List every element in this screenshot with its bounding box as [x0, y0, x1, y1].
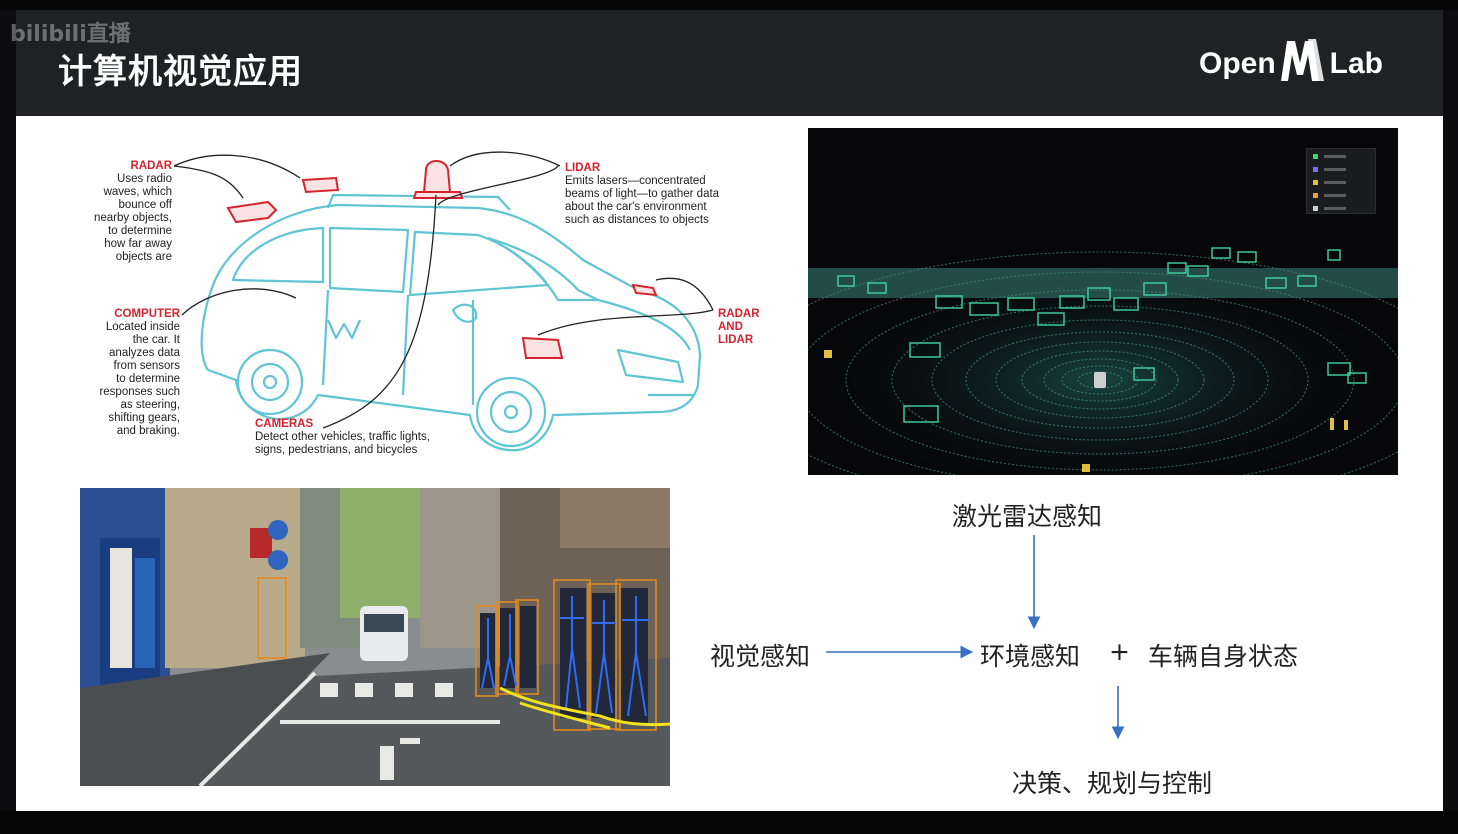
legend-swatch	[1313, 154, 1318, 159]
car-sensor-diagram: RADAR Uses radio waves, which bounce off…	[78, 150, 768, 468]
legend-row	[1313, 177, 1369, 188]
legend-row	[1313, 190, 1369, 201]
environment-perception-label: 环境感知	[980, 642, 1081, 671]
street-scene-illustration	[80, 488, 670, 786]
legend-row	[1313, 164, 1369, 175]
logo-mm-mark	[1278, 35, 1328, 93]
legend-swatch	[1313, 167, 1318, 172]
cameras-label: CAMERAS Detect other vehicles, traffic l…	[255, 418, 430, 456]
top-black-bar	[0, 0, 1458, 10]
logo-open-text: Open	[1198, 47, 1276, 80]
lidar-legend	[1306, 148, 1376, 214]
lidar-label: LIDAR Emits lasers—concentrated beams of…	[565, 162, 720, 226]
legend-swatch	[1313, 193, 1318, 198]
bottom-black-bar	[0, 811, 1458, 834]
openmmlab-logo: Open Lab	[1199, 38, 1383, 90]
legend-row	[1313, 151, 1369, 162]
visual-perception-label: 视觉感知	[710, 642, 811, 671]
logo-lab-text: Lab	[1329, 47, 1383, 80]
lidar-perception-label: 激光雷达感知	[952, 502, 1103, 531]
slide-header: bilibili直播 计算机视觉应用 Open Lab	[10, 10, 1443, 116]
computer-label: COMPUTER Located inside the car. It anal…	[99, 308, 180, 437]
plus-sign: +	[1109, 637, 1130, 666]
radar-lidar-right-label: RADAR AND LIDAR	[718, 308, 760, 346]
legend-row	[1313, 203, 1369, 214]
legend-swatch	[1313, 180, 1318, 185]
legend-swatch	[1313, 206, 1318, 211]
radar-left-label: RADAR Uses radio waves, which bounce off…	[94, 160, 172, 263]
street-detection-image	[80, 488, 670, 786]
lidar-point-cloud-image	[808, 128, 1398, 475]
vehicle-state-label: 车辆自身状态	[1148, 642, 1299, 671]
decision-planning-control-label: 决策、规划与控制	[1012, 769, 1213, 798]
slide-title: 计算机视觉应用	[58, 52, 303, 92]
